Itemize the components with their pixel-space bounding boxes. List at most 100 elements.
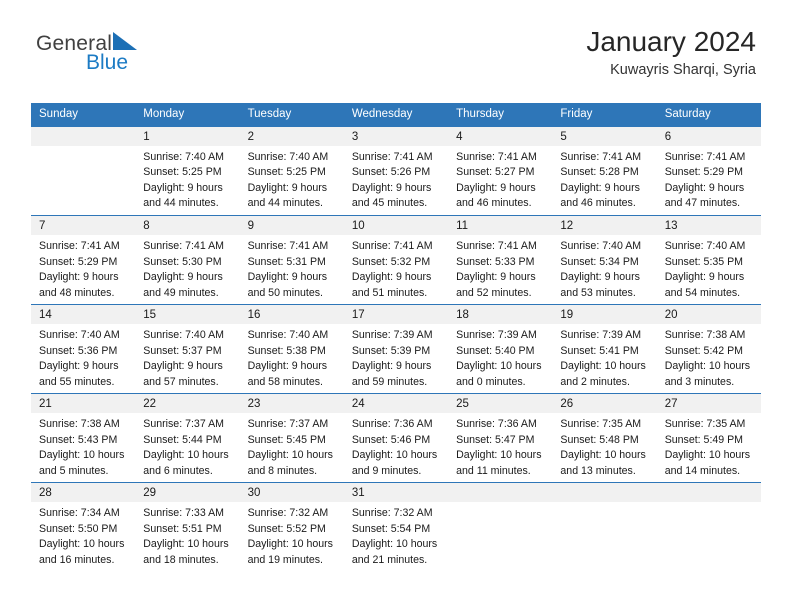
calendar-day-cell[interactable]: 27 Sunrise: 7:35 AM Sunset: 5:49 PM Dayligh… bbox=[656, 393, 761, 483]
day-details: Sunrise: 7:41 AM Sunset: 5:30 PM Daylight:… bbox=[135, 235, 239, 301]
detail-sunset: Sunset: 5:27 PM bbox=[456, 166, 535, 179]
calendar-day-cell[interactable]: 9 Sunrise: 7:41 AM Sunset: 5:31 PM Daylight… bbox=[239, 215, 344, 305]
detail-daylight1: Daylight: 9 hours bbox=[39, 360, 119, 373]
detail-sunrise: Sunrise: 7:40 AM bbox=[560, 240, 642, 253]
day-number: 19 bbox=[552, 305, 657, 325]
day-number: 21 bbox=[31, 394, 136, 414]
detail-sunset: Sunset: 5:36 PM bbox=[39, 344, 118, 357]
calendar-day-cell[interactable]: 14 Sunrise: 7:40 AM Sunset: 5:36 PM Dayligh… bbox=[31, 304, 136, 394]
calendar-day-cell[interactable]: 7 Sunrise: 7:41 AM Sunset: 5:29 PM Daylight… bbox=[31, 215, 136, 305]
day-number: 7 bbox=[31, 216, 136, 236]
calendar-table: Sunday Monday Tuesday Wednesday Thursday… bbox=[31, 103, 761, 572]
detail-sunrise: Sunrise: 7:41 AM bbox=[456, 150, 537, 163]
calendar-day-cell[interactable]: 6 Sunrise: 7:41 AM Sunset: 5:29 PM Daylight… bbox=[656, 126, 761, 216]
detail-daylight2: and 49 minutes. bbox=[143, 286, 219, 299]
detail-daylight2: and 46 minutes. bbox=[456, 197, 532, 210]
calendar-week-row: 1 Sunrise: 7:40 AM Sunset: 5:25 PM Daylight… bbox=[31, 126, 761, 216]
detail-daylight1: Daylight: 10 hours bbox=[247, 538, 333, 551]
detail-daylight1: Daylight: 10 hours bbox=[664, 449, 751, 462]
calendar-week-row: 14 Sunrise: 7:40 AM Sunset: 5:36 PM Dayligh… bbox=[31, 304, 761, 394]
calendar-day-cell[interactable]: 13 Sunrise: 7:40 AM Sunset: 5:35 PM Dayligh… bbox=[656, 215, 761, 305]
detail-sunrise: Sunrise: 7:33 AM bbox=[143, 507, 224, 520]
calendar-day-cell[interactable]: 26 Sunrise: 7:35 AM Sunset: 5:48 PM Dayligh… bbox=[552, 393, 657, 483]
calendar-day-cell[interactable]: 15 Sunrise: 7:40 AM Sunset: 5:37 PM Dayligh… bbox=[135, 304, 240, 394]
day-number: 13 bbox=[656, 216, 761, 236]
calendar-day-cell[interactable]: 17 Sunrise: 7:39 AM Sunset: 5:39 PM Dayligh… bbox=[343, 304, 449, 394]
calendar-day-cell[interactable]: 31 Sunrise: 7:32 AM Sunset: 5:54 PM Dayligh… bbox=[343, 482, 449, 572]
calendar-day-cell[interactable]: 10 Sunrise: 7:41 AM Sunset: 5:32 PM Dayligh… bbox=[343, 215, 449, 305]
day-number: 5 bbox=[552, 126, 657, 146]
day-number: 3 bbox=[343, 126, 449, 146]
calendar-day-cell[interactable]: 22 Sunrise: 7:37 AM Sunset: 5:44 PM Dayligh… bbox=[135, 393, 240, 483]
title-block: January 2024 Kuwayris Sharqi, Syria bbox=[586, 26, 756, 79]
day-details: Sunrise: 7:37 AM Sunset: 5:44 PM Daylight:… bbox=[135, 413, 239, 479]
calendar-day-cell[interactable]: 2 Sunrise: 7:40 AM Sunset: 5:25 PM Daylight… bbox=[239, 126, 344, 216]
calendar-day-cell[interactable]: 20 Sunrise: 7:38 AM Sunset: 5:42 PM Dayligh… bbox=[656, 304, 761, 394]
detail-daylight2: and 54 minutes. bbox=[664, 286, 741, 299]
day-number bbox=[31, 126, 136, 146]
day-number: 22 bbox=[135, 394, 240, 414]
calendar-day-cell[interactable]: 18 Sunrise: 7:39 AM Sunset: 5:40 PM Dayligh… bbox=[448, 304, 553, 394]
detail-sunrise: Sunrise: 7:35 AM bbox=[664, 418, 746, 431]
detail-daylight2: and 59 minutes. bbox=[351, 375, 428, 388]
weekday-header-sunday: Sunday bbox=[31, 103, 136, 127]
calendar-day-cell[interactable]: 24 Sunrise: 7:36 AM Sunset: 5:46 PM Dayligh… bbox=[343, 393, 449, 483]
detail-daylight1: Daylight: 9 hours bbox=[560, 181, 640, 194]
location-subtitle: Kuwayris Sharqi, Syria bbox=[610, 62, 756, 79]
detail-daylight2: and 14 minutes. bbox=[664, 464, 741, 477]
calendar-day-cell[interactable]: 25 Sunrise: 7:36 AM Sunset: 5:47 PM Dayligh… bbox=[448, 393, 553, 483]
weekday-header-friday: Friday bbox=[552, 103, 657, 127]
calendar-day-cell[interactable]: 30 Sunrise: 7:32 AM Sunset: 5:52 PM Dayligh… bbox=[239, 482, 344, 572]
calendar-page: General Blue January 2024 Kuwayris Sharq… bbox=[0, 0, 792, 612]
calendar-day-cell[interactable]: 23 Sunrise: 7:37 AM Sunset: 5:45 PM Dayligh… bbox=[239, 393, 344, 483]
day-number: 24 bbox=[343, 394, 449, 414]
day-number: 10 bbox=[343, 216, 449, 236]
detail-daylight2: and 3 minutes. bbox=[664, 375, 735, 388]
day-details: Sunrise: 7:41 AM Sunset: 5:28 PM Daylight:… bbox=[552, 146, 656, 212]
calendar-day-cell[interactable]: 4 Sunrise: 7:41 AM Sunset: 5:27 PM Daylight… bbox=[448, 126, 553, 216]
day-number: 12 bbox=[552, 216, 657, 236]
generalblue-logo[interactable]: General Blue bbox=[36, 30, 216, 86]
detail-sunrise: Sunrise: 7:40 AM bbox=[143, 329, 224, 342]
detail-sunset: Sunset: 5:37 PM bbox=[143, 344, 222, 357]
day-number: 15 bbox=[135, 305, 240, 325]
detail-daylight2: and 19 minutes. bbox=[247, 553, 323, 566]
detail-sunrise: Sunrise: 7:37 AM bbox=[247, 418, 329, 431]
weekday-header-tuesday: Tuesday bbox=[239, 103, 344, 127]
calendar-day-cell[interactable]: 5 Sunrise: 7:41 AM Sunset: 5:28 PM Daylight… bbox=[552, 126, 657, 216]
day-number: 6 bbox=[656, 126, 761, 146]
calendar-day-cell[interactable]: 21 Sunrise: 7:38 AM Sunset: 5:43 PM Dayligh… bbox=[31, 393, 136, 483]
detail-sunset: Sunset: 5:28 PM bbox=[560, 166, 639, 179]
detail-sunrise: Sunrise: 7:41 AM bbox=[351, 150, 433, 163]
calendar-day-cell[interactable]: 3 Sunrise: 7:41 AM Sunset: 5:26 PM Daylight… bbox=[343, 126, 449, 216]
detail-sunrise: Sunrise: 7:40 AM bbox=[247, 150, 329, 163]
page-title: January 2024 bbox=[586, 26, 756, 57]
detail-sunset: Sunset: 5:51 PM bbox=[143, 522, 222, 535]
detail-daylight1: Daylight: 10 hours bbox=[560, 449, 646, 462]
calendar-day-cell[interactable]: 16 Sunrise: 7:40 AM Sunset: 5:38 PM Dayligh… bbox=[239, 304, 344, 394]
calendar-day-cell[interactable]: 11 Sunrise: 7:41 AM Sunset: 5:33 PM Dayligh… bbox=[448, 215, 553, 305]
calendar-day-cell[interactable]: 19 Sunrise: 7:39 AM Sunset: 5:41 PM Dayligh… bbox=[552, 304, 657, 394]
detail-daylight2: and 53 minutes. bbox=[560, 286, 636, 299]
detail-daylight1: Daylight: 10 hours bbox=[560, 360, 646, 373]
calendar-week-row: 21 Sunrise: 7:38 AM Sunset: 5:43 PM Dayligh… bbox=[31, 393, 761, 483]
detail-sunset: Sunset: 5:49 PM bbox=[664, 433, 744, 446]
calendar-day-cell[interactable]: 1 Sunrise: 7:40 AM Sunset: 5:25 PM Daylight… bbox=[135, 126, 240, 216]
logo-text-blue: Blue bbox=[86, 51, 129, 74]
calendar-body: 1 Sunrise: 7:40 AM Sunset: 5:25 PM Daylight… bbox=[31, 126, 761, 572]
detail-daylight2: and 46 minutes. bbox=[560, 197, 636, 210]
detail-daylight2: and 0 minutes. bbox=[456, 375, 526, 388]
calendar-day-cell[interactable]: 29 Sunrise: 7:33 AM Sunset: 5:51 PM Dayligh… bbox=[135, 482, 240, 572]
calendar-day-cell[interactable]: 8 Sunrise: 7:41 AM Sunset: 5:30 PM Daylight… bbox=[135, 215, 240, 305]
detail-sunrise: Sunrise: 7:32 AM bbox=[247, 507, 329, 520]
day-details: Sunrise: 7:41 AM Sunset: 5:31 PM Daylight:… bbox=[240, 235, 344, 301]
detail-daylight2: and 52 minutes. bbox=[456, 286, 532, 299]
detail-sunset: Sunset: 5:52 PM bbox=[247, 522, 326, 535]
calendar-day-cell[interactable]: 12 Sunrise: 7:40 AM Sunset: 5:34 PM Dayligh… bbox=[552, 215, 657, 305]
detail-sunset: Sunset: 5:31 PM bbox=[247, 255, 326, 268]
calendar-day-cell[interactable]: 28 Sunrise: 7:34 AM Sunset: 5:50 PM Dayligh… bbox=[31, 482, 136, 572]
detail-daylight1: Daylight: 9 hours bbox=[456, 181, 536, 194]
detail-daylight1: Daylight: 9 hours bbox=[456, 271, 536, 284]
weekday-header-monday: Monday bbox=[135, 103, 240, 127]
detail-sunset: Sunset: 5:45 PM bbox=[247, 433, 326, 446]
